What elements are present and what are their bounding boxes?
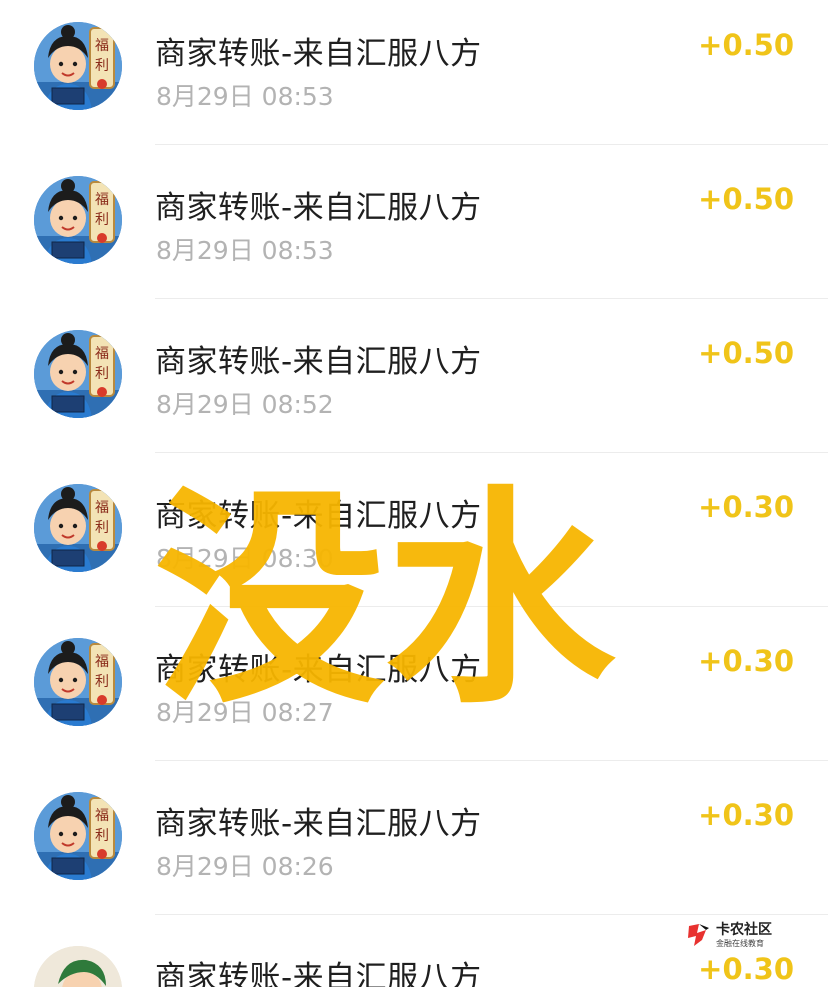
transaction-title: 商家转账-来自汇服八方 bbox=[155, 36, 482, 72]
transaction-time: 8月29日 08:30 bbox=[156, 544, 334, 573]
community-logo: 卡农社区 金融在线教育 bbox=[686, 918, 796, 952]
row-divider bbox=[155, 452, 828, 453]
svg-text:福: 福 bbox=[95, 192, 109, 208]
transaction-title: 商家转账-来自汇服八方 bbox=[155, 652, 482, 688]
merchant-avatar: 福 利 bbox=[34, 638, 122, 726]
svg-text:利: 利 bbox=[95, 828, 109, 844]
merchant-avatar: 福 利 bbox=[34, 792, 122, 880]
transaction-amount: +0.50 bbox=[698, 28, 794, 62]
row-divider bbox=[155, 144, 828, 145]
transaction-time: 8月29日 08:27 bbox=[156, 698, 334, 727]
transaction-row[interactable]: 福 利 商家转账-来自汇服八方 8月29日 08:26 +0.30 bbox=[0, 770, 828, 924]
transaction-row[interactable]: 福 利 商家转账-来自汇服八方 8月29日 08:30 +0.30 bbox=[0, 462, 828, 616]
transaction-title: 商家转账-来自汇服八方 bbox=[155, 806, 482, 842]
cartoon-scholar-icon: 福 利 bbox=[34, 176, 122, 264]
transaction-title: 商家转账-来自汇服八方 bbox=[155, 960, 482, 987]
transaction-amount: +0.50 bbox=[698, 182, 794, 216]
svg-text:利: 利 bbox=[95, 520, 109, 536]
transaction-amount: +0.50 bbox=[698, 336, 794, 370]
svg-text:利: 利 bbox=[95, 674, 109, 690]
merchant-avatar: 福 利 bbox=[34, 176, 122, 264]
svg-text:福: 福 bbox=[95, 808, 109, 824]
transaction-row[interactable]: 福 利 商家转账-来自汇服八方 8月29日 08:52 +0.50 bbox=[0, 308, 828, 462]
transaction-row[interactable]: 福 利 商家转账-来自汇服八方 8月29日 08:27 +0.30 bbox=[0, 616, 828, 770]
svg-text:利: 利 bbox=[95, 366, 109, 382]
transaction-time: 8月29日 08:26 bbox=[156, 852, 334, 881]
cartoon-scholar-icon: 福 利 bbox=[34, 792, 122, 880]
svg-text:福: 福 bbox=[95, 346, 109, 362]
cartoon-scholar-icon: 福 利 bbox=[34, 22, 122, 110]
merchant-avatar: 福 利 bbox=[34, 22, 122, 110]
merchant-avatar: 福 利 bbox=[34, 484, 122, 572]
transaction-title: 商家转账-来自汇服八方 bbox=[155, 498, 482, 534]
transaction-amount: +0.30 bbox=[698, 644, 794, 678]
cartoon-scholar-icon: 福 利 bbox=[34, 484, 122, 572]
row-divider bbox=[155, 914, 828, 915]
transaction-amount: +0.30 bbox=[698, 490, 794, 524]
row-divider bbox=[155, 606, 828, 607]
transaction-title: 商家转账-来自汇服八方 bbox=[155, 190, 482, 226]
transaction-row[interactable]: 福 利 商家转账-来自汇服八方 8月29日 08:53 +0.50 bbox=[0, 154, 828, 308]
svg-text:福: 福 bbox=[95, 500, 109, 516]
logo-tagline: 金融在线教育 bbox=[716, 939, 764, 948]
cartoon-scholar-icon bbox=[34, 946, 122, 987]
svg-text:利: 利 bbox=[95, 58, 109, 74]
transaction-row[interactable]: 福 利 商家转账-来自汇服八方 8月29日 08:53 +0.50 bbox=[0, 0, 828, 154]
transaction-time: 8月29日 08:53 bbox=[156, 236, 334, 265]
row-divider bbox=[155, 760, 828, 761]
cartoon-scholar-icon: 福 利 bbox=[34, 330, 122, 418]
transaction-amount: +0.30 bbox=[698, 952, 794, 986]
transaction-time: 8月29日 08:53 bbox=[156, 82, 334, 111]
transaction-title: 商家转账-来自汇服八方 bbox=[155, 344, 482, 380]
transaction-time: 8月29日 08:52 bbox=[156, 390, 334, 419]
merchant-avatar bbox=[34, 946, 122, 987]
cartoon-scholar-icon: 福 利 bbox=[34, 638, 122, 726]
row-divider bbox=[155, 298, 828, 299]
svg-text:利: 利 bbox=[95, 212, 109, 228]
svg-text:福: 福 bbox=[95, 38, 109, 54]
merchant-avatar: 福 利 bbox=[34, 330, 122, 418]
logo-name: 卡农社区 bbox=[716, 922, 772, 938]
kanong-logo-icon bbox=[688, 924, 709, 946]
svg-text:福: 福 bbox=[95, 654, 109, 670]
transaction-amount: +0.30 bbox=[698, 798, 794, 832]
